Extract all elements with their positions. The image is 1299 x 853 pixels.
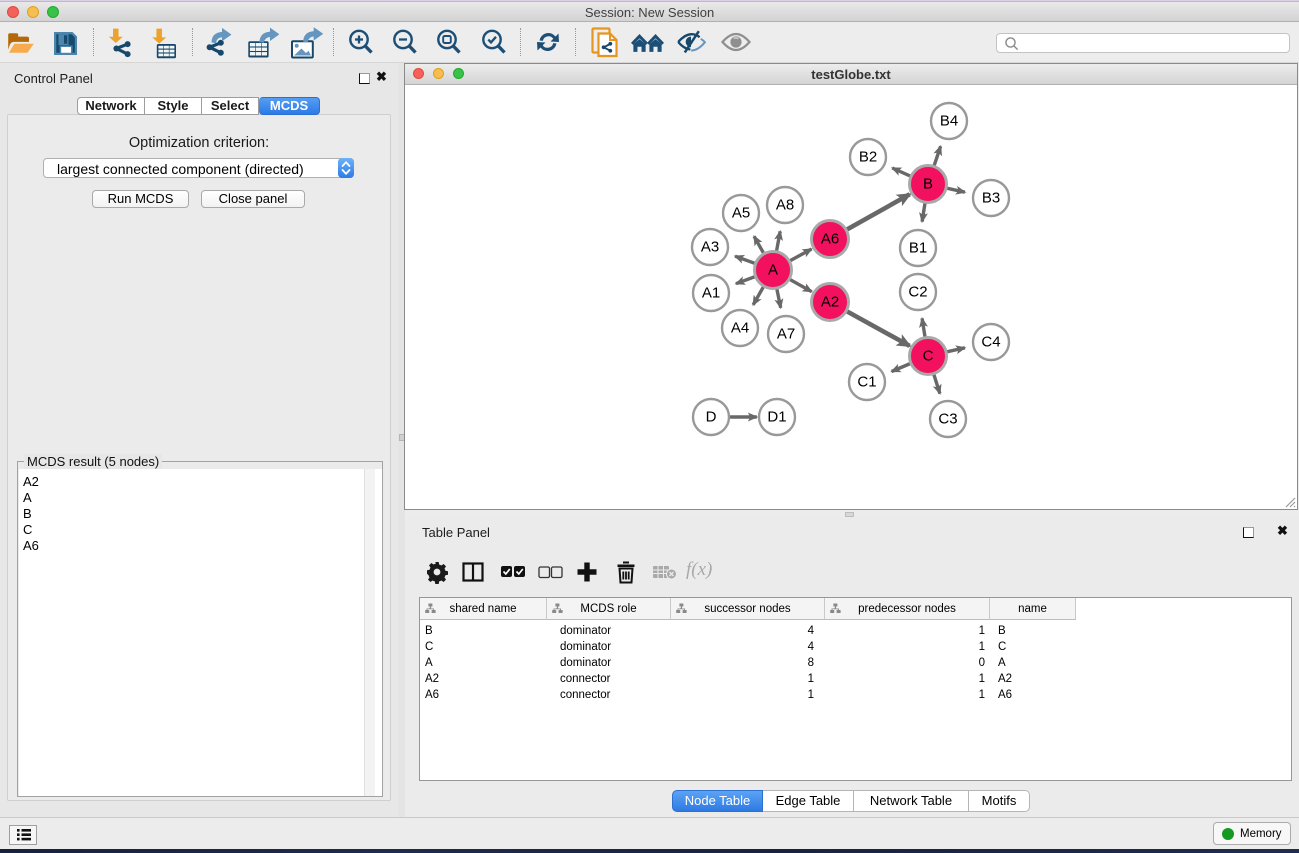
svg-text:C: C <box>923 348 934 365</box>
svg-text:C4: C4 <box>981 334 1000 351</box>
svg-text:C3: C3 <box>938 411 957 428</box>
svg-text:B2: B2 <box>859 149 877 166</box>
svg-text:B4: B4 <box>940 113 958 130</box>
svg-text:B: B <box>923 176 933 193</box>
svg-text:A2: A2 <box>821 294 839 311</box>
svg-text:A7: A7 <box>777 326 795 343</box>
svg-text:D1: D1 <box>767 409 786 426</box>
svg-text:C2: C2 <box>908 284 927 301</box>
svg-text:C1: C1 <box>857 374 876 391</box>
svg-text:A3: A3 <box>701 239 719 256</box>
svg-text:A8: A8 <box>776 197 794 214</box>
svg-text:D: D <box>706 409 717 426</box>
svg-text:B1: B1 <box>909 240 927 257</box>
svg-text:A: A <box>768 262 778 279</box>
svg-text:A6: A6 <box>821 231 839 248</box>
svg-text:A4: A4 <box>731 320 749 337</box>
svg-text:B3: B3 <box>982 190 1000 207</box>
svg-text:A1: A1 <box>702 285 720 302</box>
svg-text:A5: A5 <box>732 205 750 222</box>
